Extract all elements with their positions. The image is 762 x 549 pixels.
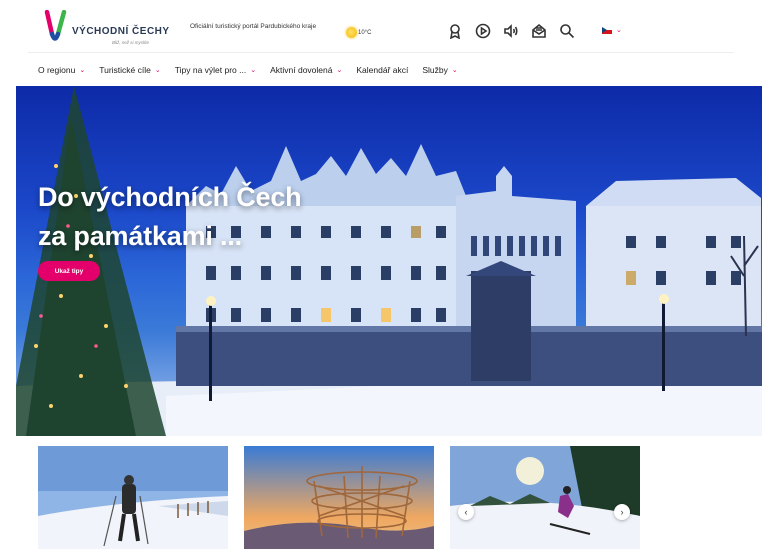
nav-item-label: Aktivní dovolená [270,65,333,75]
mail-icon[interactable] [530,22,548,40]
chevron-down-icon: ⌄ [250,67,257,74]
play-icon[interactable] [474,22,492,40]
nav-item-tipy-na-vylet[interactable]: Tipy na výlet pro ... ⌄ [175,62,256,78]
logo-subtitle: Bliž, než si myslíte [112,40,150,45]
nav-item-label: Služby [422,65,448,75]
carousel-next-button[interactable]: › [614,504,630,520]
chevron-down-icon: ⌄ [616,27,622,34]
card-image [450,446,640,549]
teaser-card-lookout-tower[interactable] [244,446,434,549]
weather-widget[interactable]: 10°C [346,27,371,38]
weather-temperature: 10°C [358,29,372,36]
site-logo[interactable]: VÝCHODNÍ ČECHY Bliž, než si myslíte [44,10,174,48]
badge-icon[interactable] [446,22,464,40]
chevron-right-icon: › [620,507,624,517]
hero-banner: Do východních Čech za památkami ... Ukaž… [16,86,762,436]
logo-title: VÝCHODNÍ ČECHY [72,26,170,37]
chevron-down-icon: ⌄ [79,67,86,74]
chevron-left-icon: ‹ [464,507,468,517]
teaser-card-skiing[interactable] [450,446,640,549]
logo-mark-icon [44,10,67,41]
nav-item-turisticke-cile[interactable]: Turistické cíle ⌄ [99,62,161,78]
nav-item-sluzby[interactable]: Služby ⌄ [422,62,457,78]
chevron-down-icon: ⌄ [451,67,458,74]
nav-item-kalendar-akci[interactable]: Kalendář akcí [356,62,408,78]
nav-item-aktivni-dovolena[interactable]: Aktivní dovolená ⌄ [270,62,342,78]
nav-item-label: O regionu [38,65,76,75]
main-navigation: O regionu ⌄ Turistické cíle ⌄ Tipy na výle… [38,62,472,78]
hero-title-line2: za památkami ... [38,221,242,251]
speaker-icon[interactable] [502,22,520,40]
header-divider [28,52,734,53]
card-image [244,446,434,549]
card-image [38,446,228,549]
hero-title: Do východních Čech za památkami ... [38,178,302,256]
hero-title-line1: Do východních Čech [38,182,302,212]
header-icons [446,22,576,40]
show-tips-button[interactable]: Ukaž tipy [38,261,100,281]
nav-item-label: Kalendář akcí [356,65,409,75]
site-header: VÝCHODNÍ ČECHY Bliž, než si myslíte Ofic… [0,0,762,52]
search-icon[interactable] [558,22,576,40]
chevron-down-icon: ⌄ [336,67,343,74]
nav-item-label: Turistické cíle [99,65,151,75]
teaser-card-snowshoe[interactable] [38,446,228,549]
nav-item-o-regionu[interactable]: O regionu ⌄ [38,62,85,78]
chevron-down-icon: ⌄ [154,67,161,74]
nav-item-label: Tipy na výlet pro ... [174,65,247,75]
hero-image [16,86,762,436]
site-tagline: Oficiální turistický portál Pardubického… [190,23,317,30]
cz-flag-icon [602,26,612,34]
carousel-prev-button[interactable]: ‹ [458,504,474,520]
language-switcher[interactable]: ⌄ [602,26,622,34]
sun-icon [346,27,357,38]
